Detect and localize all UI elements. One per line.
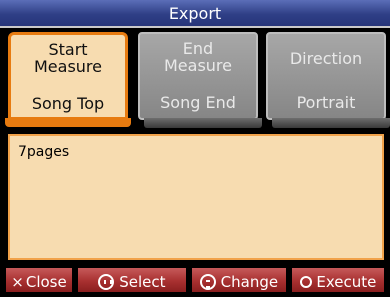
tab-base <box>5 118 131 127</box>
tab-title-line1: End <box>182 39 214 58</box>
export-screen: Export Start Measure Song Top End Measur… <box>0 0 390 297</box>
tab-title-line1: Start <box>48 40 88 59</box>
tab-title: Direction <box>268 50 384 67</box>
close-label: Close <box>25 273 67 291</box>
execute-button[interactable]: Execute <box>290 266 386 294</box>
tab-title: Start Measure <box>11 41 125 75</box>
close-icon: × <box>11 273 24 291</box>
tab-end-measure[interactable]: End Measure Song End <box>138 32 262 128</box>
tab-value: Portrait <box>296 93 356 112</box>
close-button[interactable]: × Close <box>4 266 74 294</box>
up-down-dial-icon <box>199 274 216 290</box>
page-count: 7pages <box>18 144 70 160</box>
tab-title-line2: Measure <box>164 56 232 75</box>
tab-value: Song Top <box>31 94 105 113</box>
select-label: Select <box>119 273 166 291</box>
tab-title: End Measure <box>140 40 256 74</box>
change-button[interactable]: Change <box>190 266 288 294</box>
function-bar: × Close Select Change Execute <box>0 264 390 297</box>
circle-icon <box>299 276 312 288</box>
change-label: Change <box>220 273 279 291</box>
execute-label: Execute <box>316 273 377 291</box>
tab-shadow <box>144 118 262 128</box>
left-right-dial-icon <box>98 274 115 290</box>
tab-direction[interactable]: Direction Portrait <box>266 32 390 128</box>
select-button[interactable]: Select <box>76 266 188 294</box>
window-title: Export <box>0 0 390 28</box>
tab-start-measure[interactable]: Start Measure Song Top <box>5 32 131 127</box>
tab-shadow <box>272 118 390 128</box>
info-box: 7pages <box>8 134 384 260</box>
tab-title-line1: Direction <box>289 49 363 68</box>
tab-title-line2: Measure <box>34 57 102 76</box>
parameter-tabs: Start Measure Song Top End Measure Song … <box>5 32 390 132</box>
tab-value: Song End <box>160 93 236 112</box>
